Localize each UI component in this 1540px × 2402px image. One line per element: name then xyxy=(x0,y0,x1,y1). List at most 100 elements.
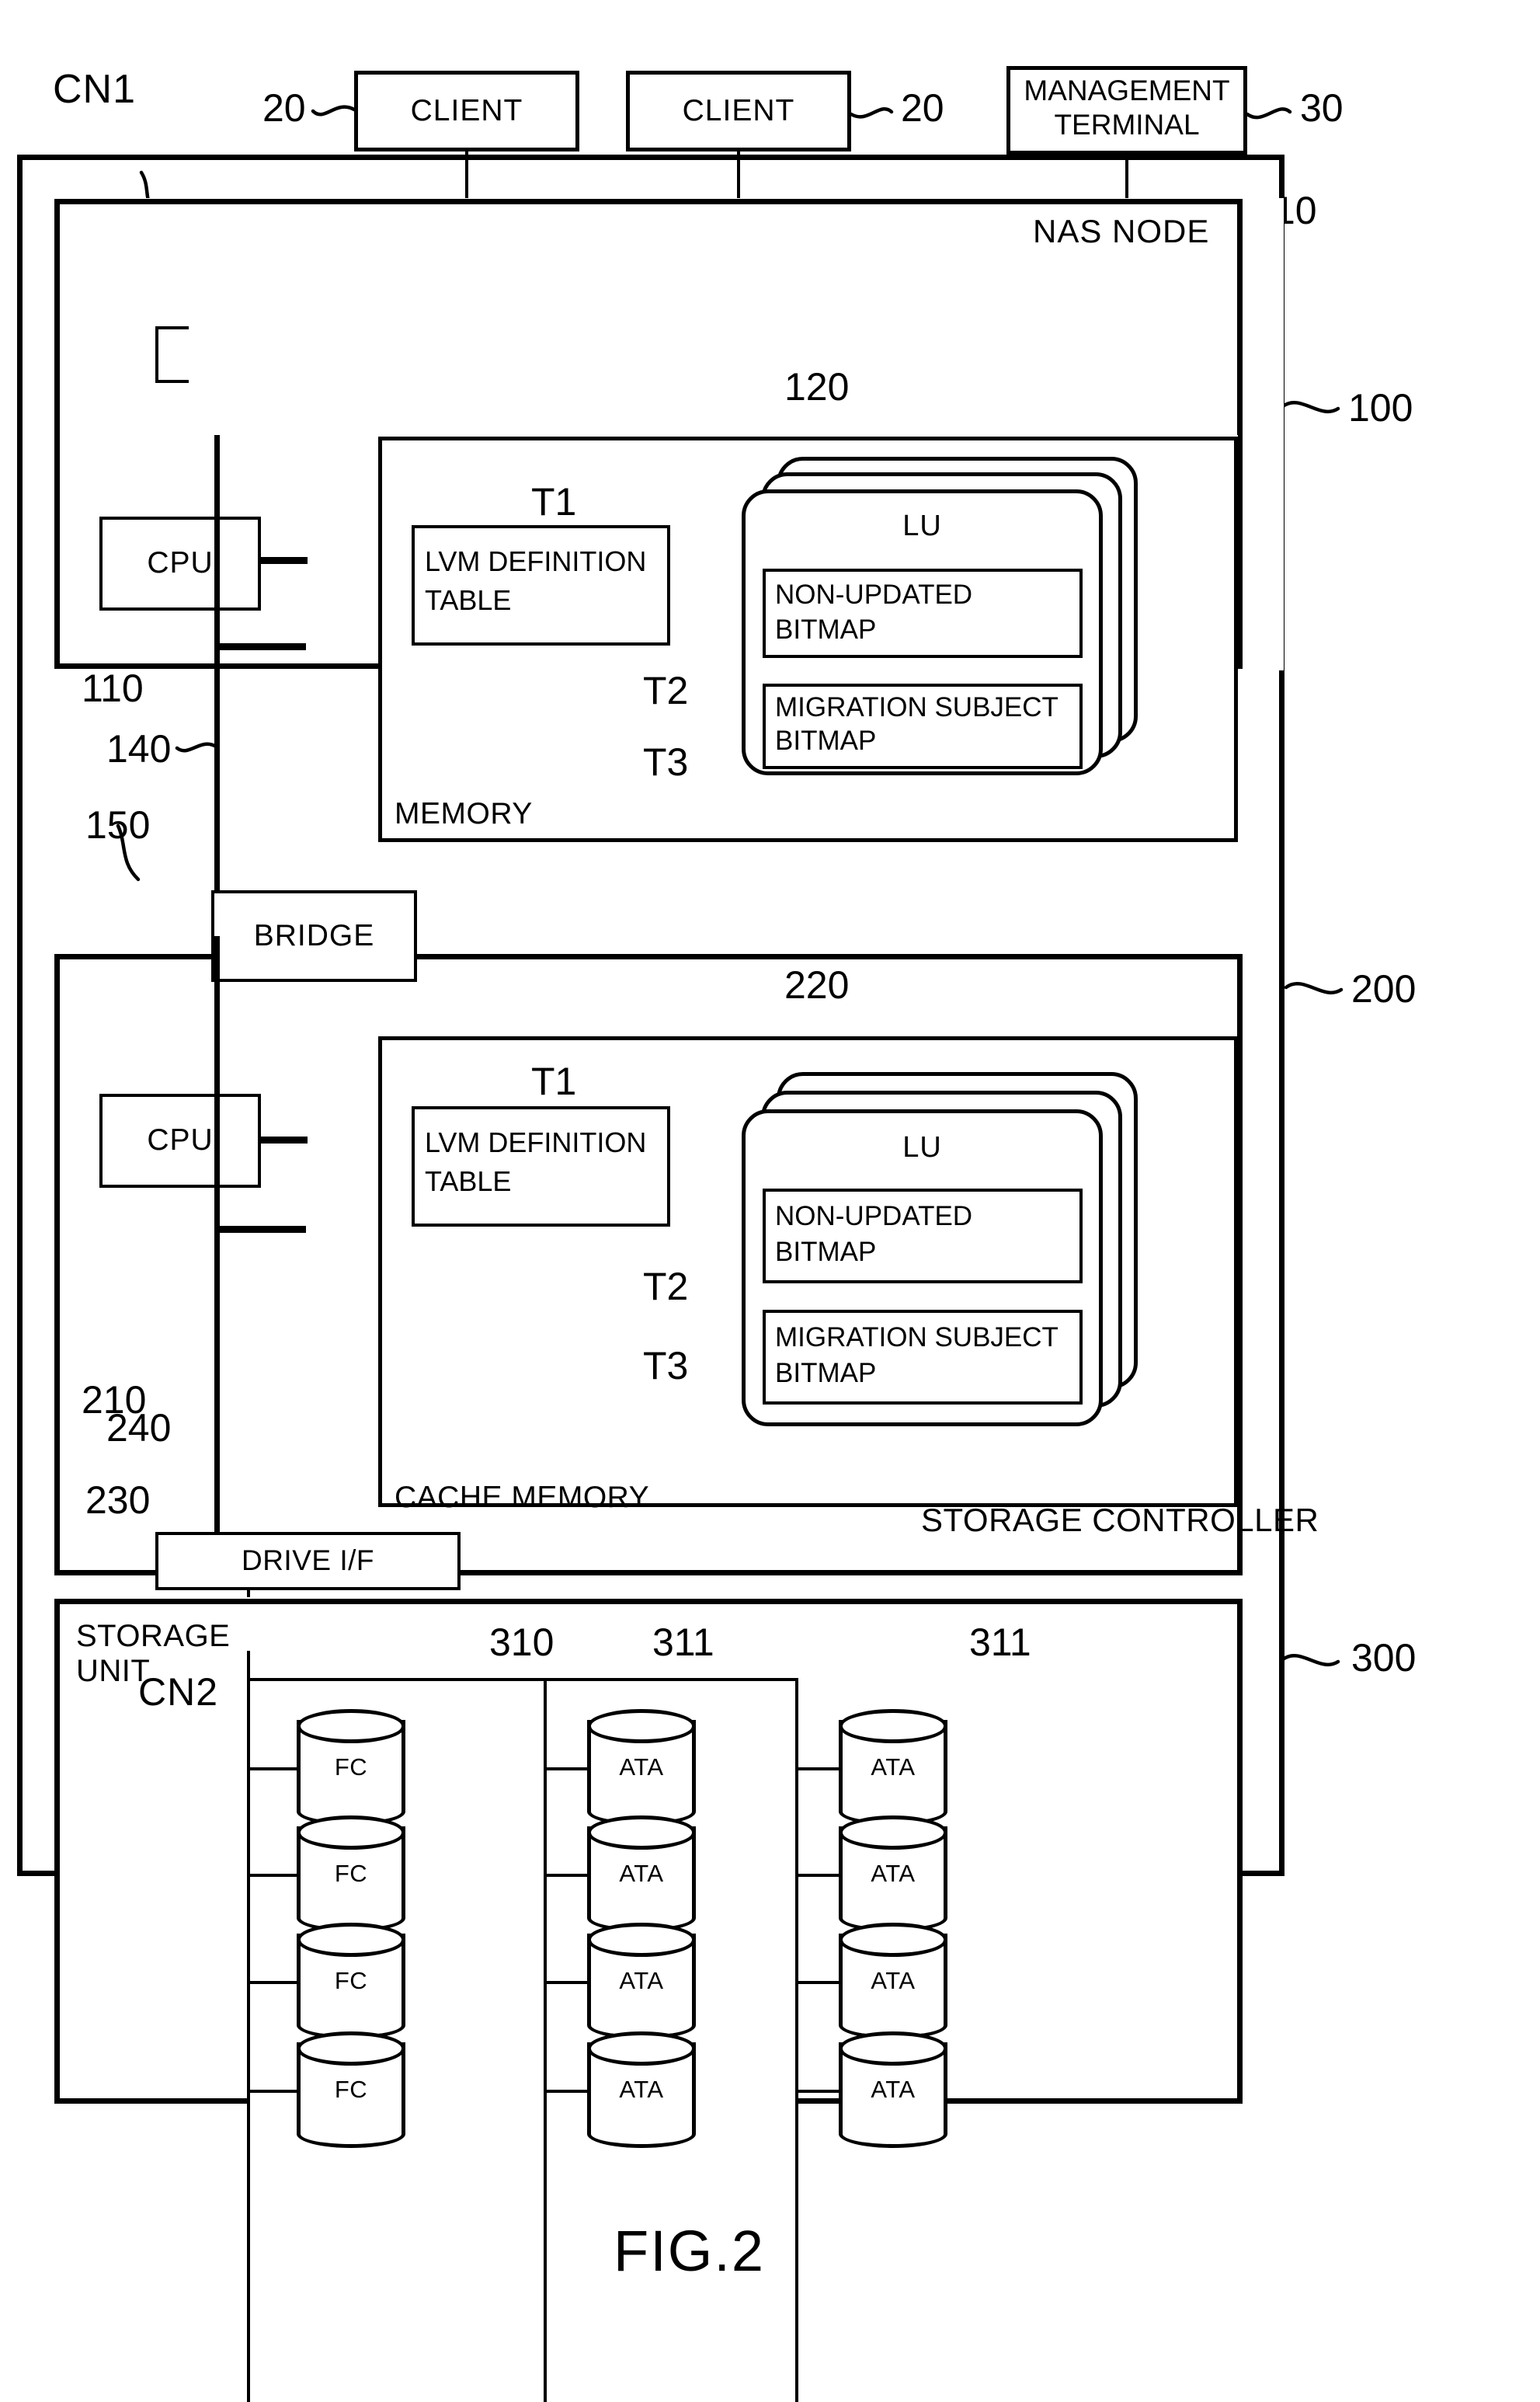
storage-col1-stub-3 xyxy=(247,1981,300,1984)
sc-cache-bus-link xyxy=(214,1226,306,1233)
drive-if-ref: 230 xyxy=(85,1478,151,1522)
sc-migration-subject-bitmap-box: MIGRATION SUBJECT BITMAP xyxy=(763,1310,1083,1405)
management-terminal-ref: 30 xyxy=(1300,86,1344,130)
storage-col2-stub-1 xyxy=(544,1767,590,1770)
sc-migration-subject-bitmap-line2: BITMAP xyxy=(775,1358,877,1388)
storage-col2-stub-3 xyxy=(544,1981,590,1984)
sc-lvm-definition-table-ref: T1 xyxy=(531,1060,577,1103)
drive-ata-c3-1: ATA xyxy=(839,1709,947,1826)
drive-fc-3-label: FC xyxy=(334,1967,368,1994)
storage-inner-top xyxy=(247,1678,798,1681)
storage-bus-col2 xyxy=(544,1678,547,2402)
storage-bus-col1 xyxy=(247,1651,250,2402)
nas-cpu-ref: 110 xyxy=(82,667,144,710)
drive-ata-c2-2-label: ATA xyxy=(619,1860,664,1887)
nas-non-updated-bitmap-ref: T2 xyxy=(643,669,689,712)
memory-ghost8 xyxy=(190,221,627,430)
drive-fc-1-label: FC xyxy=(334,1753,368,1781)
sc-non-updated-bitmap-ref: T2 xyxy=(643,1265,689,1308)
sc-bus-ref: 240 xyxy=(106,1406,172,1450)
storage-col3-stub-3 xyxy=(795,1981,842,1984)
memory-ref: 120 xyxy=(784,365,850,409)
drive-ata-c3-4: ATA xyxy=(839,2031,947,2148)
storage-col1-stub-4 xyxy=(247,2090,300,2093)
sc-cpu-box[interactable]: CPU xyxy=(99,1094,261,1188)
storage-bus-label-cn2: CN2 xyxy=(138,1670,219,1714)
drive-ata-c3-4-label: ATA xyxy=(871,2076,916,2103)
figure-caption: FIG.2 xyxy=(614,2219,766,2283)
sc-lvm-definition-table-line1: LVM DEFINITION xyxy=(425,1126,647,1158)
nas-memory-bus-link xyxy=(214,643,306,650)
bridge-label: BRIDGE xyxy=(253,918,375,952)
storage-col3-stub-2 xyxy=(795,1874,842,1877)
nas-migration-subject-bitmap-box: MIGRATION SUBJECT BITMAP xyxy=(763,684,1083,769)
client-label-1: CLIENT xyxy=(410,93,523,127)
bridge-box[interactable]: BRIDGE xyxy=(211,890,417,982)
sc-migration-subject-bitmap-line1: MIGRATION SUBJECT xyxy=(775,1322,1059,1352)
drive-if-box[interactable]: DRIVE I/F xyxy=(155,1532,461,1590)
nas-cpu-label: CPU xyxy=(147,546,214,580)
memory-title: MEMORY xyxy=(395,797,533,830)
nas-bus-ref: 140 xyxy=(106,727,172,771)
nas-internal-bus xyxy=(214,383,220,942)
drive-ata-c3-3-label: ATA xyxy=(871,1967,916,1994)
storage-col2-stub-4 xyxy=(544,2090,590,2093)
nas-lvm-definition-table-line2: TABLE xyxy=(425,584,512,616)
drive-ata-c2-4-label: ATA xyxy=(619,2076,664,2103)
drive-fc-2-label: FC xyxy=(334,1860,368,1887)
nas-migration-subject-bitmap-ref: T3 xyxy=(643,740,689,784)
nas-migration-subject-bitmap-line2: BITMAP xyxy=(775,726,877,756)
sc-non-updated-bitmap-box: NON-UPDATED BITMAP xyxy=(763,1189,1083,1283)
drive-ata-c3-3: ATA xyxy=(839,1923,947,2039)
storage-controller-ref: 200 xyxy=(1351,967,1417,1011)
drive-ata-c3-2: ATA xyxy=(839,1815,947,1932)
cache-memory-title: CACHE MEMORY xyxy=(395,1481,650,1514)
nas-node-title: NAS NODE xyxy=(1033,213,1210,249)
bridge-down-stub xyxy=(214,936,220,983)
sc-lvm-definition-table-box: LVM DEFINITION TABLE xyxy=(412,1106,670,1227)
sc-lvm-definition-table-line2: TABLE xyxy=(425,1165,512,1197)
nas-lvm-definition-table-line1: LVM DEFINITION xyxy=(425,545,647,577)
nas-node-ref: 100 xyxy=(1348,386,1413,430)
nas-non-updated-bitmap-line1: NON-UPDATED xyxy=(775,580,973,610)
nas-non-updated-bitmap-line2: BITMAP xyxy=(775,614,877,645)
drive-ata-c2-1-label: ATA xyxy=(619,1753,664,1781)
drive-ata-c2-4: ATA xyxy=(587,2031,696,2148)
nas-lu-title: LU xyxy=(902,510,942,542)
client-label-2: CLIENT xyxy=(682,93,795,127)
storage-controller-title: STORAGE CONTROLLER xyxy=(921,1502,1319,1538)
drive-fc-3: FC xyxy=(297,1923,405,2039)
drive-if-label: DRIVE I/F xyxy=(241,1544,375,1577)
drive-ata-c2-3: ATA xyxy=(587,1923,696,2039)
cache-memory-ref: 220 xyxy=(784,963,850,1007)
storage-col3-stub-4 xyxy=(795,2090,842,2093)
sc-migration-subject-bitmap-ref: T3 xyxy=(643,1344,689,1387)
storage-col3-ref: 311 xyxy=(969,1620,1031,1664)
client-box-1[interactable]: CLIENT xyxy=(354,71,579,151)
client-ref-2: 20 xyxy=(901,86,944,130)
bridge-ref: 150 xyxy=(85,803,151,847)
sc-internal-bus xyxy=(214,983,220,1554)
storage-col1-ref: 310 xyxy=(489,1620,554,1664)
management-terminal-label-line2: TERMINAL xyxy=(1054,109,1200,141)
nas-lvm-definition-table-box: LVM DEFINITION TABLE xyxy=(412,525,670,646)
nas-cpu-box[interactable]: CPU xyxy=(99,517,261,611)
drive-ata-c2-1: ATA xyxy=(587,1709,696,1826)
management-terminal-box[interactable]: MANAGEMENT TERMINAL xyxy=(1006,66,1247,155)
drive-ata-c3-2-label: ATA xyxy=(871,1860,916,1887)
drive-ata-c3-1-label: ATA xyxy=(871,1753,916,1781)
drive-ata-c2-3-label: ATA xyxy=(619,1967,664,1994)
client-box-2[interactable]: CLIENT xyxy=(626,71,851,151)
drive-fc-4-label: FC xyxy=(334,2076,368,2103)
management-terminal-label-line1: MANAGEMENT xyxy=(1024,75,1230,106)
drive-ata-c2-2: ATA xyxy=(587,1815,696,1932)
sc-cpu-label: CPU xyxy=(147,1123,214,1157)
storage-col3-stub-1 xyxy=(795,1767,842,1770)
network-label-cn1: CN1 xyxy=(53,67,137,112)
storage-col2-stub-2 xyxy=(544,1874,590,1877)
sc-non-updated-bitmap-line1: NON-UPDATED xyxy=(775,1201,973,1231)
sc-lu-title: LU xyxy=(902,1131,942,1164)
storage-unit-title-line1: STORAGE xyxy=(76,1619,231,1653)
nas-lvm-definition-table-ref: T1 xyxy=(531,480,577,524)
nas-non-updated-bitmap-box: NON-UPDATED BITMAP xyxy=(763,569,1083,658)
